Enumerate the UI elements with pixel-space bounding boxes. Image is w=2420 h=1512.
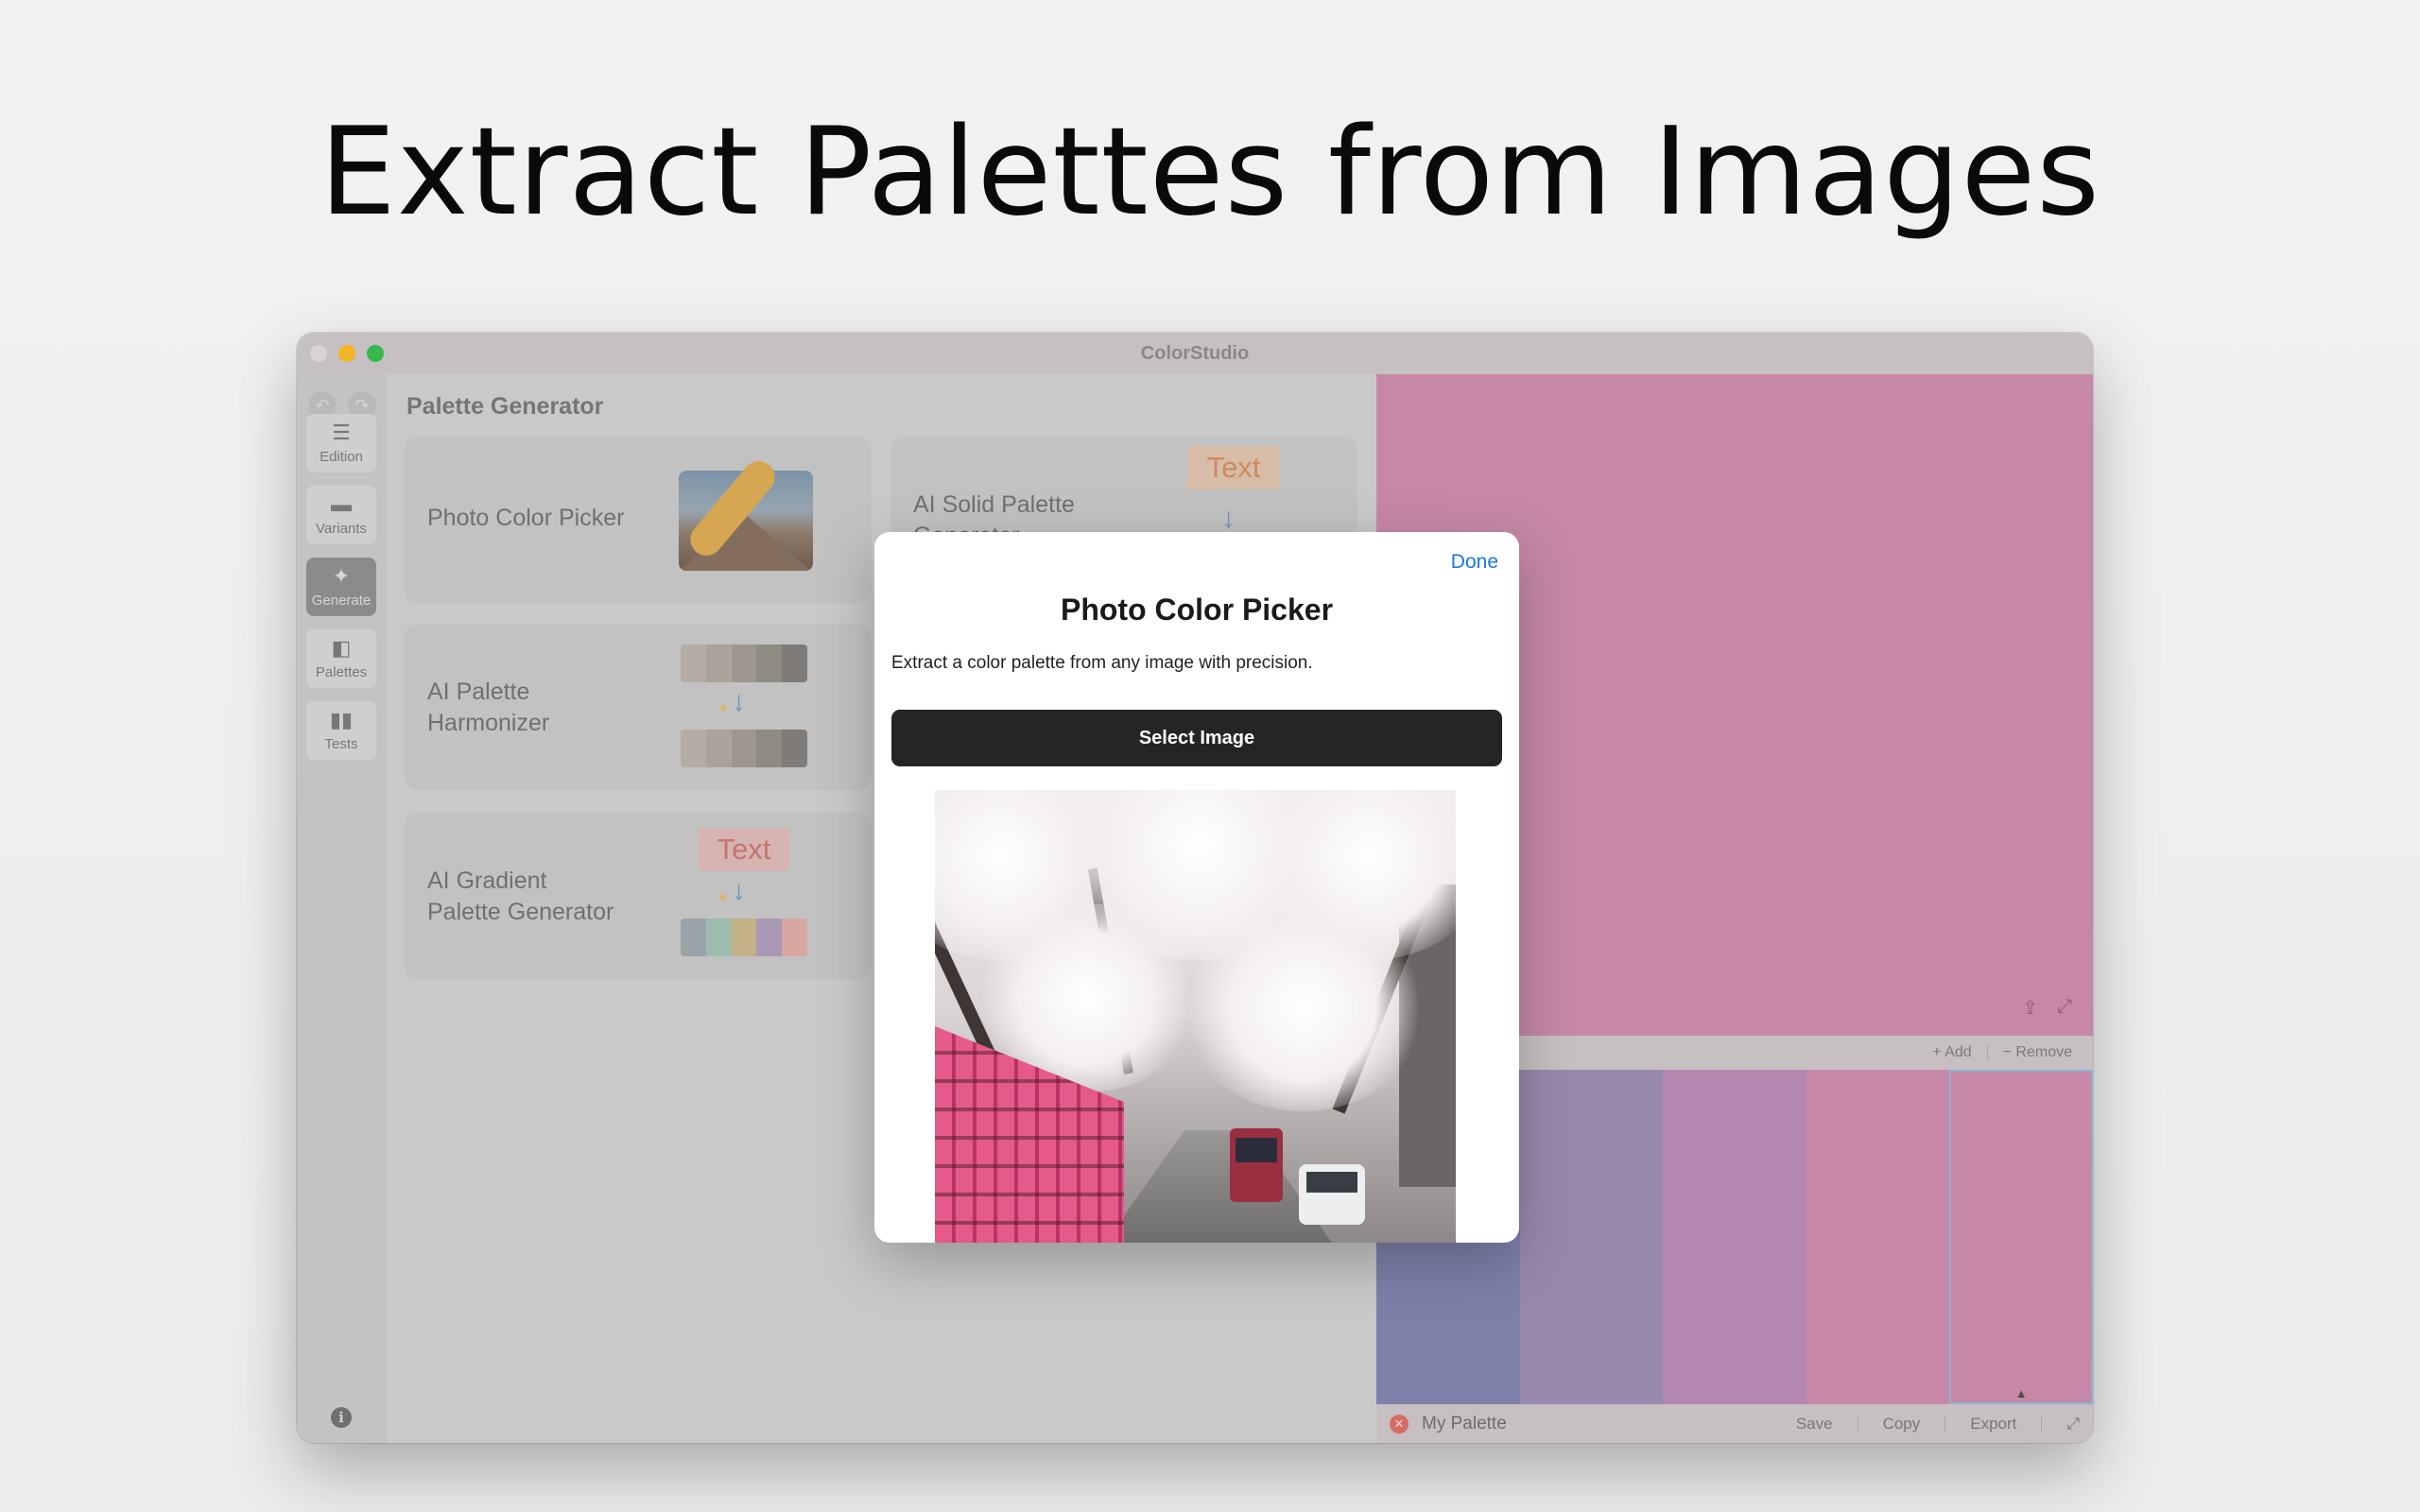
- add-color-button[interactable]: + Add: [1932, 1044, 1971, 1061]
- sparkle-icon: ✦: [332, 563, 351, 588]
- section-title: Palette Generator: [406, 393, 604, 420]
- color-swatch: [731, 730, 757, 767]
- card-title: Photo Color Picker: [427, 505, 625, 531]
- sidebar-item-generate[interactable]: ✦ Generate: [306, 558, 376, 616]
- expand-icon[interactable]: ⤢: [2057, 996, 2072, 1020]
- input-swatch-row: [681, 644, 807, 682]
- info-icon[interactable]: i: [331, 1407, 352, 1428]
- sheet-description: Extract a color palette from any image w…: [891, 653, 1313, 673]
- color-swatch: [731, 644, 757, 682]
- sparkle-icon: ✦: [717, 890, 730, 906]
- sidebar-item-edition[interactable]: ☰ Edition: [306, 414, 376, 472]
- sidebar-item-label: Variants: [316, 520, 367, 537]
- color-swatch: [782, 730, 807, 767]
- sidebar-item-label: Edition: [320, 448, 363, 465]
- arrow-down-icon: ↓: [1221, 503, 1236, 534]
- select-image-button[interactable]: Select Image: [891, 710, 1502, 766]
- card-ai-palette-harmonizer[interactable]: AI Palette Harmonizer ✦ ↓: [405, 624, 872, 790]
- color-swatch: [681, 730, 706, 767]
- window-title: ColorStudio: [1140, 342, 1250, 364]
- minimize-window-button[interactable]: [338, 345, 355, 362]
- window-controls: [310, 345, 384, 362]
- color-swatch: [782, 919, 807, 956]
- sidebar: ↶ ↷ ☰ Edition ▬ Variants ✦ Generate ◧ Pa…: [297, 374, 386, 1443]
- title-bar: ColorStudio: [297, 333, 2093, 374]
- arrow-down-icon: ↓: [732, 686, 746, 717]
- arrow-down-icon: ↓: [732, 875, 746, 906]
- save-button[interactable]: Save: [1796, 1415, 1833, 1434]
- color-strip[interactable]: [1806, 1070, 1950, 1404]
- color-strip-selected[interactable]: ▲: [1949, 1070, 2093, 1404]
- remove-color-button[interactable]: − Remove: [2003, 1044, 2072, 1061]
- caret-up-icon: ▲: [2014, 1386, 2028, 1400]
- preview-tools: ⇪ ⤢: [2022, 996, 2072, 1020]
- test-tubes-icon: ▮▮: [329, 707, 354, 731]
- card-title: AI Gradient Palette Generator: [427, 868, 614, 925]
- palette-icon: ◧: [331, 635, 352, 660]
- card-ai-gradient-palette[interactable]: AI Gradient Palette Generator Text ✦ ↓: [405, 813, 872, 979]
- sparkle-icon: ✦: [717, 701, 730, 717]
- stack-icon: ▬: [331, 491, 352, 516]
- sidebar-item-variants[interactable]: ▬ Variants: [306, 486, 376, 544]
- color-swatch: [705, 644, 732, 682]
- card-title: AI Palette Harmonizer: [427, 679, 550, 736]
- sheet-title: Photo Color Picker: [1060, 593, 1334, 627]
- maximize-window-button[interactable]: [367, 345, 384, 362]
- palette-name[interactable]: My Palette: [1422, 1414, 1796, 1435]
- done-button[interactable]: Done: [1451, 551, 1498, 574]
- palette-bottom-bar: ✕ My Palette Save Copy Export ⤢: [1376, 1404, 2093, 1443]
- delete-palette-button[interactable]: ✕: [1390, 1414, 1409, 1434]
- gradient-swatch-row: [681, 919, 807, 956]
- close-window-button[interactable]: [310, 345, 327, 362]
- sidebar-item-palettes[interactable]: ◧ Palettes: [306, 629, 376, 688]
- color-swatch: [681, 644, 706, 682]
- page-headline: Extract Palettes from Images: [320, 102, 2100, 243]
- selected-photo[interactable]: [935, 790, 1456, 1243]
- fullscreen-icon[interactable]: ⤢: [2066, 1415, 2080, 1434]
- share-icon[interactable]: ⇪: [2022, 996, 2038, 1020]
- divider: [2041, 1416, 2043, 1432]
- export-button[interactable]: Export: [1970, 1415, 2016, 1434]
- color-swatch: [681, 919, 706, 956]
- palette-actions: Save Copy Export ⤢: [1796, 1415, 2080, 1434]
- color-swatch: [705, 730, 732, 767]
- color-swatch: [756, 730, 783, 767]
- photo-color-picker-sheet: Done Photo Color Picker Extract a color …: [874, 532, 1519, 1243]
- undo-icon: ↶: [315, 395, 330, 415]
- text-badge: Text: [698, 828, 790, 871]
- color-swatch: [705, 919, 732, 956]
- sidebar-item-label: Tests: [324, 735, 358, 752]
- card-photo-color-picker[interactable]: Photo Color Picker: [405, 437, 872, 603]
- sliders-icon: ☰: [332, 420, 351, 444]
- copy-button[interactable]: Copy: [1883, 1415, 1921, 1434]
- output-swatch-row: [681, 730, 807, 767]
- color-swatch: [756, 644, 783, 682]
- color-swatch: [731, 919, 757, 956]
- color-swatch: [756, 919, 783, 956]
- color-strip[interactable]: [1519, 1070, 1664, 1404]
- sidebar-item-label: Generate: [311, 592, 372, 609]
- divider: [1986, 1045, 1988, 1060]
- color-strip[interactable]: [1663, 1070, 1806, 1404]
- sidebar-item-tests[interactable]: ▮▮ Tests: [306, 701, 376, 760]
- sidebar-item-label: Palettes: [315, 663, 368, 680]
- text-badge: Text: [1187, 446, 1280, 490]
- color-swatch: [782, 644, 807, 682]
- redo-icon: ↷: [354, 395, 370, 415]
